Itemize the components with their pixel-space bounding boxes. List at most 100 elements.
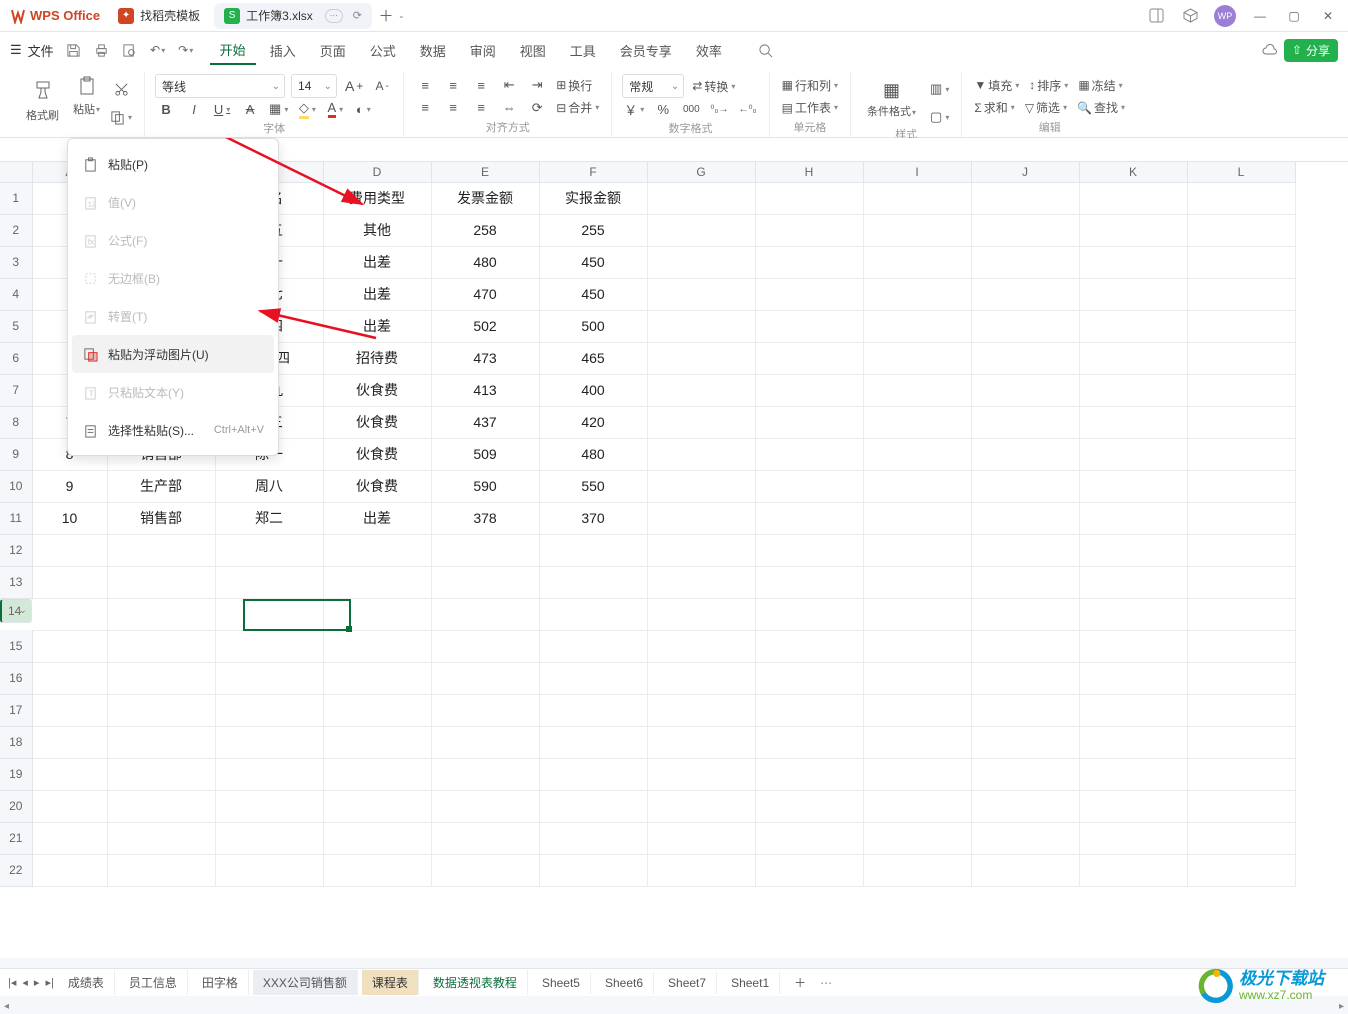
row-header[interactable]: 9 (0, 438, 32, 470)
paste-dropdown[interactable]: 粘贴▾ (73, 101, 100, 117)
cell[interactable] (1079, 694, 1187, 726)
cell[interactable] (971, 374, 1079, 406)
cell[interactable] (647, 566, 755, 598)
cell[interactable] (1079, 534, 1187, 566)
cell[interactable] (971, 854, 1079, 886)
cell[interactable] (323, 758, 431, 790)
comma-button[interactable]: 000 (680, 98, 702, 120)
cell[interactable] (647, 246, 755, 278)
cell[interactable] (971, 598, 1079, 630)
wrap-button[interactable]: ⊞ 换行 (554, 74, 594, 96)
column-header[interactable]: I (863, 162, 971, 182)
cond-format-button[interactable]: ▦ 条件格式▾ (861, 76, 922, 123)
cell[interactable] (1187, 342, 1295, 374)
cell[interactable] (431, 790, 539, 822)
cell[interactable] (647, 214, 755, 246)
add-sheet-button[interactable]: ＋ (784, 970, 816, 995)
cell[interactable] (755, 182, 863, 214)
indent-inc-icon[interactable]: ⇥ (526, 74, 548, 96)
tab-refresh-icon[interactable]: ⟳ (353, 9, 362, 22)
tab-template[interactable]: ✦ 找稻壳模板 (108, 3, 210, 29)
row-header[interactable]: 7 (0, 374, 32, 406)
cell[interactable]: 发票金额 (431, 182, 539, 214)
undo-icon[interactable]: ↶▾ (148, 40, 168, 60)
minimize-button[interactable]: — (1250, 6, 1270, 26)
cell[interactable]: 伙食费 (323, 374, 431, 406)
italic-button[interactable]: I (183, 98, 205, 120)
cell[interactable] (431, 566, 539, 598)
cell[interactable]: 实报金额 (539, 182, 647, 214)
cell[interactable]: 370 (539, 502, 647, 534)
cell[interactable] (971, 566, 1079, 598)
cell[interactable] (971, 246, 1079, 278)
align-center-icon[interactable]: ≡ (442, 97, 464, 119)
cell[interactable] (107, 566, 215, 598)
horizontal-scrollbar[interactable]: ◂ ▸ (0, 998, 1348, 1014)
cell[interactable] (215, 630, 323, 662)
row-header[interactable]: 2 (0, 214, 32, 246)
cell[interactable] (32, 662, 107, 694)
cell[interactable]: 480 (431, 246, 539, 278)
cell[interactable] (755, 438, 863, 470)
row-header[interactable]: 12 (0, 534, 32, 566)
cut-icon[interactable] (108, 78, 134, 100)
font-size-select[interactable]: 14 (291, 74, 337, 98)
cell[interactable] (1079, 374, 1187, 406)
cell[interactable] (539, 662, 647, 694)
cell[interactable]: 502 (431, 310, 539, 342)
tab-options-icon[interactable]: ⋯ (325, 9, 343, 23)
font-shrink-icon[interactable]: A- (371, 75, 393, 97)
cell[interactable] (971, 406, 1079, 438)
row-header[interactable]: 22 (0, 854, 32, 886)
cell[interactable] (755, 406, 863, 438)
cell[interactable]: 378 (431, 502, 539, 534)
cell[interactable]: 伙食费 (323, 406, 431, 438)
cell[interactable]: 生产部 (107, 470, 215, 502)
cell[interactable] (755, 502, 863, 534)
cell[interactable] (755, 726, 863, 758)
cell[interactable] (215, 854, 323, 886)
cell[interactable]: 258 (431, 214, 539, 246)
strike-button[interactable]: A (239, 98, 261, 120)
cell[interactable] (755, 278, 863, 310)
cell[interactable] (755, 470, 863, 502)
cell[interactable]: 其他 (323, 214, 431, 246)
cell[interactable] (1079, 502, 1187, 534)
select-all-corner[interactable] (0, 162, 32, 182)
cell[interactable] (647, 822, 755, 854)
cell[interactable] (1079, 726, 1187, 758)
print-icon[interactable] (92, 40, 112, 60)
cell[interactable] (107, 790, 215, 822)
sheet-prev-icon[interactable]: ◂ (22, 976, 28, 989)
cell[interactable] (971, 630, 1079, 662)
cell[interactable]: 437 (431, 406, 539, 438)
menu-efficiency[interactable]: 效率 (686, 37, 732, 64)
cell[interactable] (755, 374, 863, 406)
cell[interactable] (647, 182, 755, 214)
cell[interactable] (647, 374, 755, 406)
row-header[interactable]: 3 (0, 246, 32, 278)
cell[interactable] (755, 822, 863, 854)
cell[interactable] (32, 694, 107, 726)
cell[interactable] (215, 790, 323, 822)
cell[interactable] (323, 790, 431, 822)
column-header[interactable]: D (323, 162, 431, 182)
cell[interactable]: 590 (431, 470, 539, 502)
cell[interactable] (863, 758, 971, 790)
cell[interactable] (863, 438, 971, 470)
copy-icon[interactable]: ▾ (108, 106, 134, 128)
column-header[interactable]: E (431, 162, 539, 182)
format-painter-button[interactable]: 格式刷 (20, 76, 65, 127)
cell[interactable] (1187, 406, 1295, 438)
row-header[interactable]: 13 (0, 566, 32, 598)
cell[interactable] (539, 854, 647, 886)
cell[interactable] (107, 822, 215, 854)
cell[interactable] (1079, 278, 1187, 310)
cell[interactable] (863, 278, 971, 310)
cell[interactable]: 出差 (323, 278, 431, 310)
column-header[interactable]: H (755, 162, 863, 182)
menu-page[interactable]: 页面 (310, 37, 356, 64)
clear-format-button[interactable]: ◐▾ (352, 98, 374, 120)
align-middle-icon[interactable]: ≡ (442, 74, 464, 96)
number-format-select[interactable]: 常规 (622, 74, 684, 98)
